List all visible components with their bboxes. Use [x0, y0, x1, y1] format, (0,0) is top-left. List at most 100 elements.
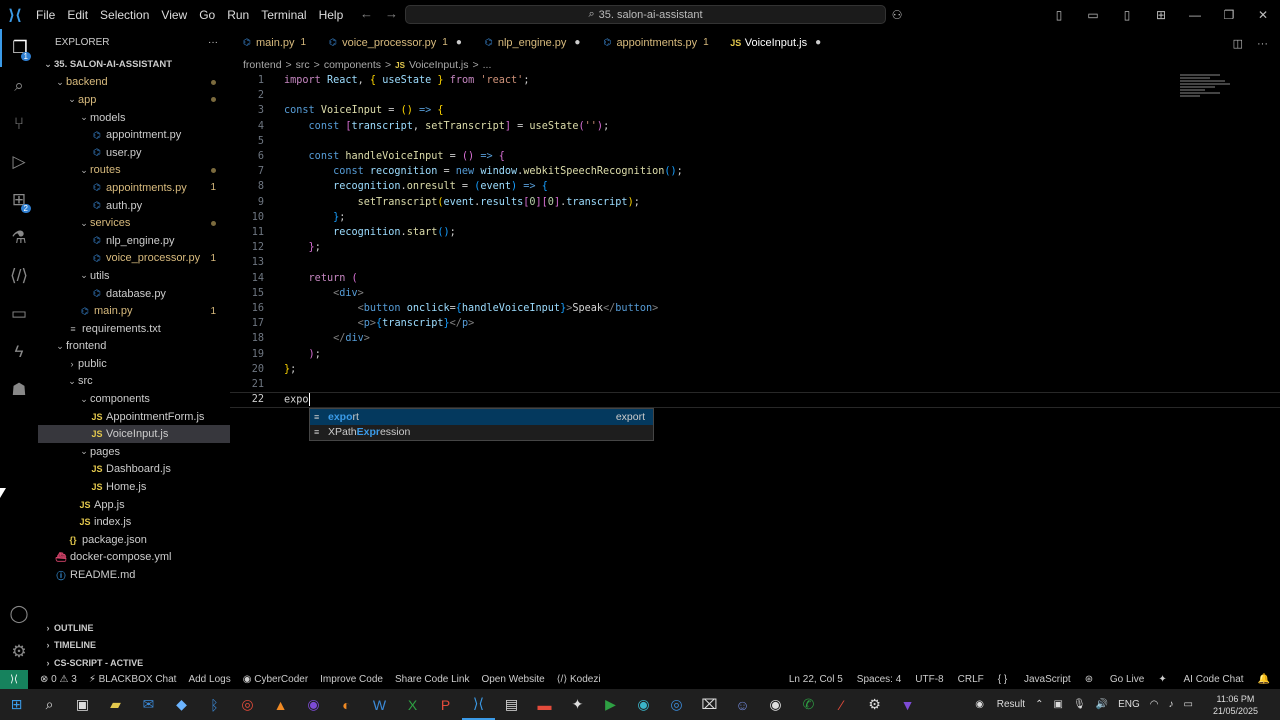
- folder-routes[interactable]: ⌄ routes: [38, 162, 230, 180]
- clock[interactable]: 11:06 PM 21/05/2025: [1203, 693, 1258, 717]
- whatsapp-icon[interactable]: ✆: [792, 689, 825, 720]
- folder-components[interactable]: ⌄ components: [38, 390, 230, 408]
- bluetooth-icon[interactable]: ᛒ: [198, 689, 231, 720]
- tab-main.py[interactable]: ⌬ main.py 1: [230, 29, 316, 56]
- unsaved-dot-icon[interactable]: ●: [815, 37, 821, 48]
- result-app-icon[interactable]: ◉ Result: [975, 699, 1025, 710]
- folder-public[interactable]: › public: [38, 355, 230, 373]
- blackbox-chat[interactable]: ⚡ BLACKBOX Chat: [89, 674, 177, 685]
- file-auth.py[interactable]: ⌬ auth.py: [38, 197, 230, 215]
- breadcrumb-frontend[interactable]: frontend: [243, 59, 282, 71]
- folder-src[interactable]: ⌄ src: [38, 373, 230, 391]
- suggestion-item[interactable]: ≡ expo rt export: [310, 409, 653, 425]
- tray-app-icon[interactable]: ▣: [1053, 699, 1062, 710]
- command-center-search[interactable]: ⌕ 35. salon-ai-assistant: [405, 5, 886, 24]
- excel-icon[interactable]: X: [396, 689, 429, 720]
- redis-icon[interactable]: ▬: [528, 689, 561, 720]
- menu-go[interactable]: Go: [193, 8, 221, 22]
- tab-voice_processor.py[interactable]: ⌬ voice_processor.py 1 ●: [316, 29, 472, 56]
- vlc-icon[interactable]: ▲: [264, 689, 297, 720]
- file-voice_processor.py[interactable]: ⌬ voice_processor.py 1: [38, 250, 230, 268]
- explorer-root[interactable]: ⌄ 35. SALON-AI-ASSISTANT: [38, 56, 230, 74]
- open-website[interactable]: Open Website: [481, 674, 544, 685]
- menu-help[interactable]: Help: [313, 8, 350, 22]
- file-index.js[interactable]: JS index.js: [38, 513, 230, 531]
- errors-count[interactable]: ⊗ 0 ⚠ 3: [40, 674, 77, 685]
- menu-terminal[interactable]: Terminal: [255, 8, 312, 22]
- file-nlp_engine.py[interactable]: ⌬ nlp_engine.py: [38, 232, 230, 250]
- outlook-icon[interactable]: ✉: [132, 689, 165, 720]
- extensions-icon[interactable]: ⊞ 2: [0, 181, 38, 219]
- folder-backend[interactable]: ⌄ backend: [38, 74, 230, 92]
- notepad-icon[interactable]: ▤: [495, 689, 528, 720]
- encoding[interactable]: UTF-8: [915, 674, 943, 685]
- close-icon[interactable]: ✕: [1246, 8, 1280, 22]
- section-timeline[interactable]: › TIMELINE: [38, 637, 230, 655]
- line-ending[interactable]: CRLF: [958, 674, 984, 685]
- section-outline[interactable]: › OUTLINE: [38, 619, 230, 637]
- ai-code-chat[interactable]: ✦ AI Code Chat: [1158, 674, 1243, 685]
- restore-icon[interactable]: ❐: [1212, 8, 1246, 22]
- search-icon[interactable]: ⌕: [0, 67, 38, 105]
- mic-icon[interactable]: 🎙: [1073, 699, 1086, 710]
- windows-start-icon[interactable]: ⊞: [0, 689, 33, 720]
- file-database.py[interactable]: ⌬ database.py: [38, 285, 230, 303]
- tab-nlp_engine.py[interactable]: ⌬ nlp_engine.py ●: [472, 29, 591, 56]
- github-icon[interactable]: ◉: [759, 689, 792, 720]
- app-icon[interactable]: ◎: [660, 689, 693, 720]
- task-view-icon[interactable]: ▣: [66, 689, 99, 720]
- file-docker-compose.yml[interactable]: ⛴ docker-compose.yml: [38, 549, 230, 567]
- folder-models[interactable]: ⌄ models: [38, 109, 230, 127]
- file-README.md[interactable]: ⓘ README.md: [38, 566, 230, 584]
- file-requirements.txt[interactable]: ≡ requirements.txt: [38, 320, 230, 338]
- unsaved-dot-icon[interactable]: ●: [456, 37, 462, 48]
- menu-edit[interactable]: Edit: [61, 8, 94, 22]
- speaker-icon[interactable]: ♪: [1169, 699, 1174, 710]
- manage-gear-icon[interactable]: ⚙: [0, 633, 38, 671]
- go-live[interactable]: ⊛ Go Live: [1085, 674, 1145, 685]
- folder-pages[interactable]: ⌄ pages: [38, 443, 230, 461]
- layout-panel-icon[interactable]: ▭: [1076, 8, 1110, 22]
- unsaved-dot-icon[interactable]: ●: [574, 37, 580, 48]
- edge-icon[interactable]: ◉: [627, 689, 660, 720]
- breadcrumb-more[interactable]: ...: [483, 59, 492, 71]
- folder-services[interactable]: ⌄ services: [38, 214, 230, 232]
- suggestion-item[interactable]: ≡ XPath Expr ession: [310, 425, 653, 441]
- run-debug-icon[interactable]: ▷: [0, 143, 38, 181]
- menu-selection[interactable]: Selection: [94, 8, 155, 22]
- minimize-icon[interactable]: —: [1178, 8, 1212, 22]
- customize-layout-icon[interactable]: ⊞: [1144, 8, 1178, 22]
- breadcrumb-components[interactable]: components: [324, 59, 381, 71]
- file-user.py[interactable]: ⌬ user.py: [38, 144, 230, 162]
- layout-sidebar-icon[interactable]: ▯: [1042, 8, 1076, 22]
- file-main.py[interactable]: ⌬ main.py 1: [38, 302, 230, 320]
- blackbox-icon[interactable]: ϟ: [0, 333, 38, 371]
- volume-icon[interactable]: 🔊: [1096, 699, 1108, 710]
- firefox-icon[interactable]: ◉: [297, 689, 330, 720]
- file-Home.js[interactable]: JS Home.js: [38, 478, 230, 496]
- menu-file[interactable]: File: [30, 8, 61, 22]
- indentation[interactable]: Spaces: 4: [857, 674, 901, 685]
- app-icon[interactable]: ⁄: [825, 689, 858, 720]
- code-editor[interactable]: 1 import React, { useState } from 'react'…: [230, 73, 1280, 670]
- breadcrumb-src[interactable]: src: [296, 59, 310, 71]
- breadcrumb-file[interactable]: VoiceInput.js: [409, 59, 469, 71]
- app-icon[interactable]: ◐: [330, 689, 363, 720]
- file-package.json[interactable]: {} package.json: [38, 531, 230, 549]
- menu-run[interactable]: Run: [221, 8, 255, 22]
- remote-explorer-icon[interactable]: ▭: [0, 295, 38, 333]
- split-editor-icon[interactable]: ◫: [1233, 38, 1243, 50]
- file-appointments.py[interactable]: ⌬ appointments.py 1: [38, 179, 230, 197]
- tab-appointments.py[interactable]: ⌬ appointments.py 1: [590, 29, 718, 56]
- chrome-icon[interactable]: ◎: [231, 689, 264, 720]
- layout-secondary-icon[interactable]: ▯: [1110, 8, 1144, 22]
- discord-icon[interactable]: ☺: [726, 689, 759, 720]
- app-icon[interactable]: ◆: [165, 689, 198, 720]
- source-control-icon[interactable]: ⑂: [0, 105, 38, 143]
- forward-arrow-icon[interactable]: →: [385, 6, 398, 21]
- menu-view[interactable]: View: [155, 8, 193, 22]
- language-indicator[interactable]: ENG: [1118, 699, 1140, 710]
- powerpoint-icon[interactable]: P: [429, 689, 462, 720]
- more-actions-icon[interactable]: ···: [1257, 38, 1268, 50]
- settings-icon[interactable]: ⚙: [858, 689, 891, 720]
